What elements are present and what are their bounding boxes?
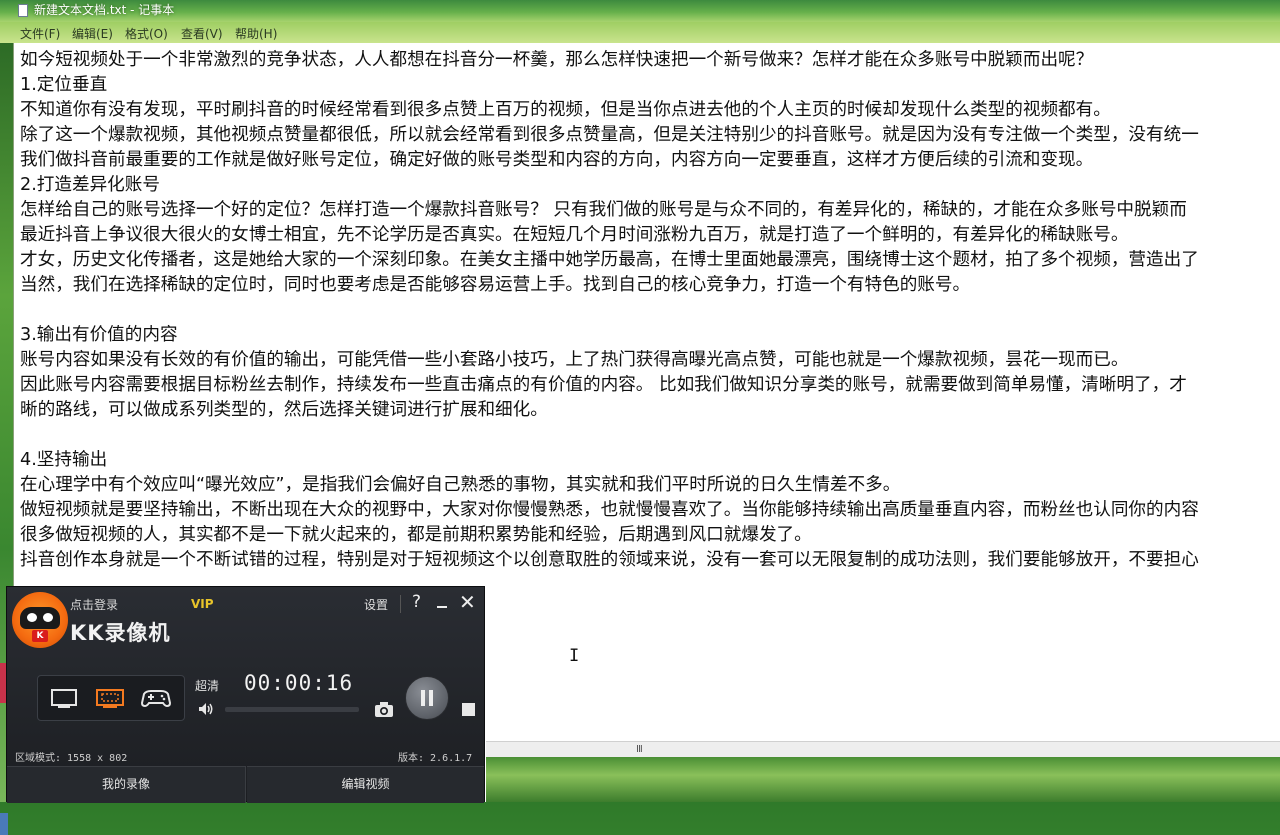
pause-icon-bar (429, 690, 433, 706)
app-name: KK录像机 (70, 621, 171, 645)
text-line: 最近抖音上争议很大很火的女博士相宜，先不论学历是否真实。在短短几个月时间涨粉九百… (20, 225, 1129, 245)
text-line: 怎样给自己的账号选择一个好的定位？怎样打造一个爆款抖音账号？ 只有我们做的账号是… (20, 200, 1187, 220)
area-mode-label: 区域模式: 1558 x 802 (15, 753, 128, 764)
menu-bar: 文件(F) 编辑(E) 格式(O) 查看(V) 帮助(H) (0, 22, 1280, 43)
scrollbar-thumb-grip[interactable]: III (636, 744, 643, 755)
desktop-shortcut-icon[interactable] (0, 813, 8, 835)
text-line: 因此账号内容需要根据目标粉丝去制作，持续发布一些直击痛点的有价值的内容。 比如我… (20, 375, 1187, 395)
text-line: 当然，我们在选择稀缺的定位时，同时也要考虑是否能够容易运营上手。找到自己的核心竞… (20, 275, 971, 295)
version-label: 版本: 2.6.1.7 (398, 753, 473, 764)
kk-logo-icon: K (12, 592, 68, 648)
region-mode-icon[interactable] (90, 683, 130, 713)
stop-button[interactable] (462, 703, 475, 716)
kk-recorder-window: K 点击登录 VIP KK录像机 设置 ? ✕ 超清 00:00:16 区域模式… (6, 586, 485, 803)
window-title: 新建文本文档.txt - 记事本 (34, 3, 175, 17)
game-mode-icon[interactable] (136, 683, 176, 713)
record-mode-selector (37, 675, 185, 721)
volume-slider[interactable] (225, 707, 359, 712)
screenshot-camera-icon[interactable] (373, 700, 395, 718)
divider (400, 595, 401, 613)
pause-icon (421, 690, 425, 706)
text-line: 4.坚持输出 (20, 450, 108, 470)
text-line: 账号内容如果没有长效的有价值的输出，可能凭借一些小套路小技巧，上了热门获得高曝光… (20, 350, 1129, 370)
text-line: 如今短视频处于一个非常激烈的竞争状态，人人都想在抖音分一杯羹，那么怎样快速把一个… (20, 50, 1094, 70)
text-line: 抖音创作本身就是一个不断试错的过程，特别是对于短视频这个以创意取胜的领域来说，没… (20, 550, 1199, 570)
menu-help[interactable]: 帮助(H) (235, 25, 277, 42)
text-line: 2.打造差异化账号 (20, 175, 160, 195)
text-line: 在心理学中有个效应叫“曝光效应”，是指我们会偏好自己熟悉的事物，其实就和我们平时… (20, 475, 901, 495)
menu-edit[interactable]: 编辑(E) (72, 25, 113, 42)
text-line: 做短视频就是要坚持输出，不断出现在大众的视野中，大家对你慢慢熟悉，也就慢慢喜欢了… (20, 500, 1199, 520)
text-line: 很多做短视频的人，其实都不是一下就火起来的，都是前期积累势能和经验，后期遇到风口… (20, 525, 812, 545)
recording-timer: 00:00:16 (244, 671, 354, 695)
menu-format[interactable]: 格式(O) (125, 25, 168, 42)
quality-selector[interactable]: 超清 (195, 677, 219, 694)
volume-icon[interactable] (197, 701, 215, 717)
help-button[interactable]: ? (412, 592, 421, 612)
menu-file[interactable]: 文件(F) (20, 25, 60, 42)
text-line: 3.输出有价值的内容 (20, 325, 178, 345)
text-line: 不知道你有没有发现，平时刷抖音的时候经常看到很多点赞上百万的视频，但是当你点进去… (20, 100, 1111, 120)
edit-video-button[interactable]: 编辑视频 (247, 766, 484, 803)
fullscreen-mode-icon[interactable] (44, 683, 84, 713)
my-recordings-button[interactable]: 我的录像 (7, 766, 246, 803)
text-line: 除了这一个爆款视频，其他视频点赞量都很低，所以就会经常看到很多点赞量高，但是关注… (20, 125, 1199, 145)
logo-badge: K (32, 630, 48, 642)
text-line: 1.定位垂直 (20, 75, 108, 95)
close-icon[interactable]: ✕ (459, 590, 476, 614)
text-line: 才女，历史文化传播者，这是她给大家的一个深刻印象。在美女主播中她学历最高，在博士… (20, 250, 1199, 270)
pause-button[interactable] (405, 676, 449, 720)
horizontal-scrollbar[interactable]: III (486, 741, 1280, 758)
minimize-icon[interactable] (437, 606, 447, 608)
notepad-document-icon (18, 4, 28, 17)
text-cursor-ibeam: I (569, 646, 580, 666)
menu-view[interactable]: 查看(V) (181, 25, 223, 42)
login-link[interactable]: 点击登录 (70, 596, 118, 613)
vip-badge[interactable]: VIP (191, 597, 214, 611)
desktop-background-bottom (486, 757, 1280, 802)
text-line: 我们做抖音前最重要的工作就是做好账号定位，确定好做的账号类型和内容的方向，内容方… (20, 150, 1094, 170)
settings-button[interactable]: 设置 (364, 596, 388, 613)
text-line: 晰的路线，可以做成系列类型的，然后选择关键词进行扩展和细化。 (20, 400, 548, 420)
notepad-titlebar[interactable]: 新建文本文档.txt - 记事本 (0, 0, 1280, 22)
